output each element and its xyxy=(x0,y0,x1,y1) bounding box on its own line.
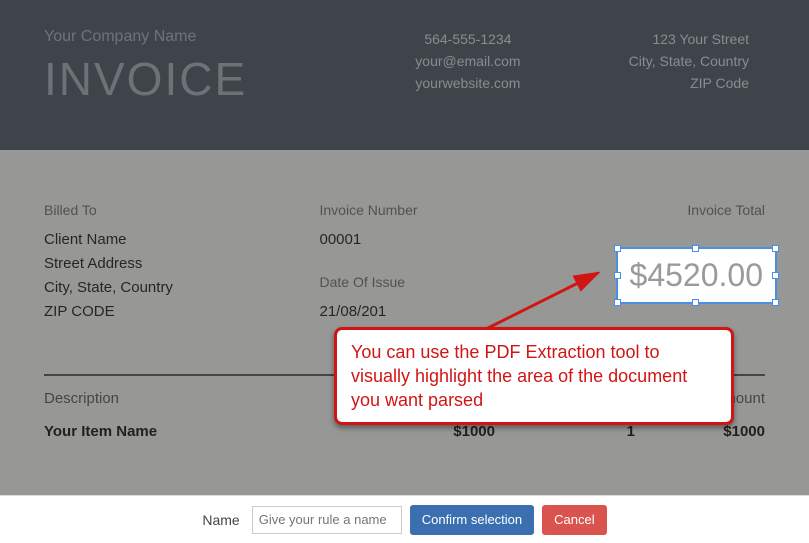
confirm-selection-button[interactable]: Confirm selection xyxy=(410,505,534,535)
invoice-meta-block: Invoice Number 00001 Date Of Issue 21/08… xyxy=(320,202,490,324)
invoice-total-value: $4520.00 xyxy=(630,257,763,293)
row-unit-cost: $1000 xyxy=(355,423,495,440)
billed-to-label: Billed To xyxy=(44,202,214,218)
company-phone: 564-555-1234 xyxy=(415,28,520,50)
billed-to-block: Billed To Client Name Street Address Cit… xyxy=(44,202,214,324)
invoice-total-label: Invoice Total xyxy=(595,202,765,218)
date-issue-value: 21/08/201 xyxy=(320,300,490,324)
company-website: yourwebsite.com xyxy=(415,72,520,94)
invoice-header: Your Company Name INVOICE 564-555-1234 y… xyxy=(0,0,809,150)
invoice-title: INVOICE xyxy=(44,52,247,106)
client-zip: ZIP CODE xyxy=(44,300,214,324)
rule-name-input[interactable] xyxy=(252,506,402,534)
company-zip: ZIP Code xyxy=(629,72,749,94)
company-email: your@email.com xyxy=(415,50,520,72)
col-description: Description xyxy=(44,390,355,407)
resize-handle-tl[interactable] xyxy=(614,245,621,252)
rule-name-label: Name xyxy=(202,512,239,528)
company-city: City, State, Country xyxy=(629,50,749,72)
invoice-number-value: 00001 xyxy=(320,228,490,252)
rule-toolbar: Name Confirm selection Cancel xyxy=(0,495,809,543)
resize-handle-tr[interactable] xyxy=(772,245,779,252)
invoice-number-label: Invoice Number xyxy=(320,202,490,218)
extraction-selection[interactable]: $4520.00 xyxy=(616,247,777,304)
row-qty: 1 xyxy=(495,423,635,440)
cancel-button[interactable]: Cancel xyxy=(542,505,606,535)
client-street: Street Address xyxy=(44,252,214,276)
company-address: 123 Your Street City, State, Country ZIP… xyxy=(629,28,749,106)
date-issue-label: Date Of Issue xyxy=(320,274,490,290)
table-row: Your Item Name $1000 1 $1000 xyxy=(44,423,765,440)
client-name: Client Name xyxy=(44,228,214,252)
row-description: Your Item Name xyxy=(44,423,355,440)
resize-handle-r[interactable] xyxy=(772,272,779,279)
resize-handle-t[interactable] xyxy=(692,245,699,252)
document-viewport: Your Company Name INVOICE 564-555-1234 y… xyxy=(0,0,809,495)
client-city: City, State, Country xyxy=(44,276,214,300)
annotation-text: You can use the PDF Extraction tool to v… xyxy=(351,342,687,410)
company-contact: 564-555-1234 your@email.com yourwebsite.… xyxy=(415,28,520,106)
row-amount: $1000 xyxy=(635,423,765,440)
annotation-callout: You can use the PDF Extraction tool to v… xyxy=(334,327,734,425)
resize-handle-b[interactable] xyxy=(692,299,699,306)
company-street: 123 Your Street xyxy=(629,28,749,50)
company-name: Your Company Name xyxy=(44,28,247,46)
resize-handle-br[interactable] xyxy=(772,299,779,306)
